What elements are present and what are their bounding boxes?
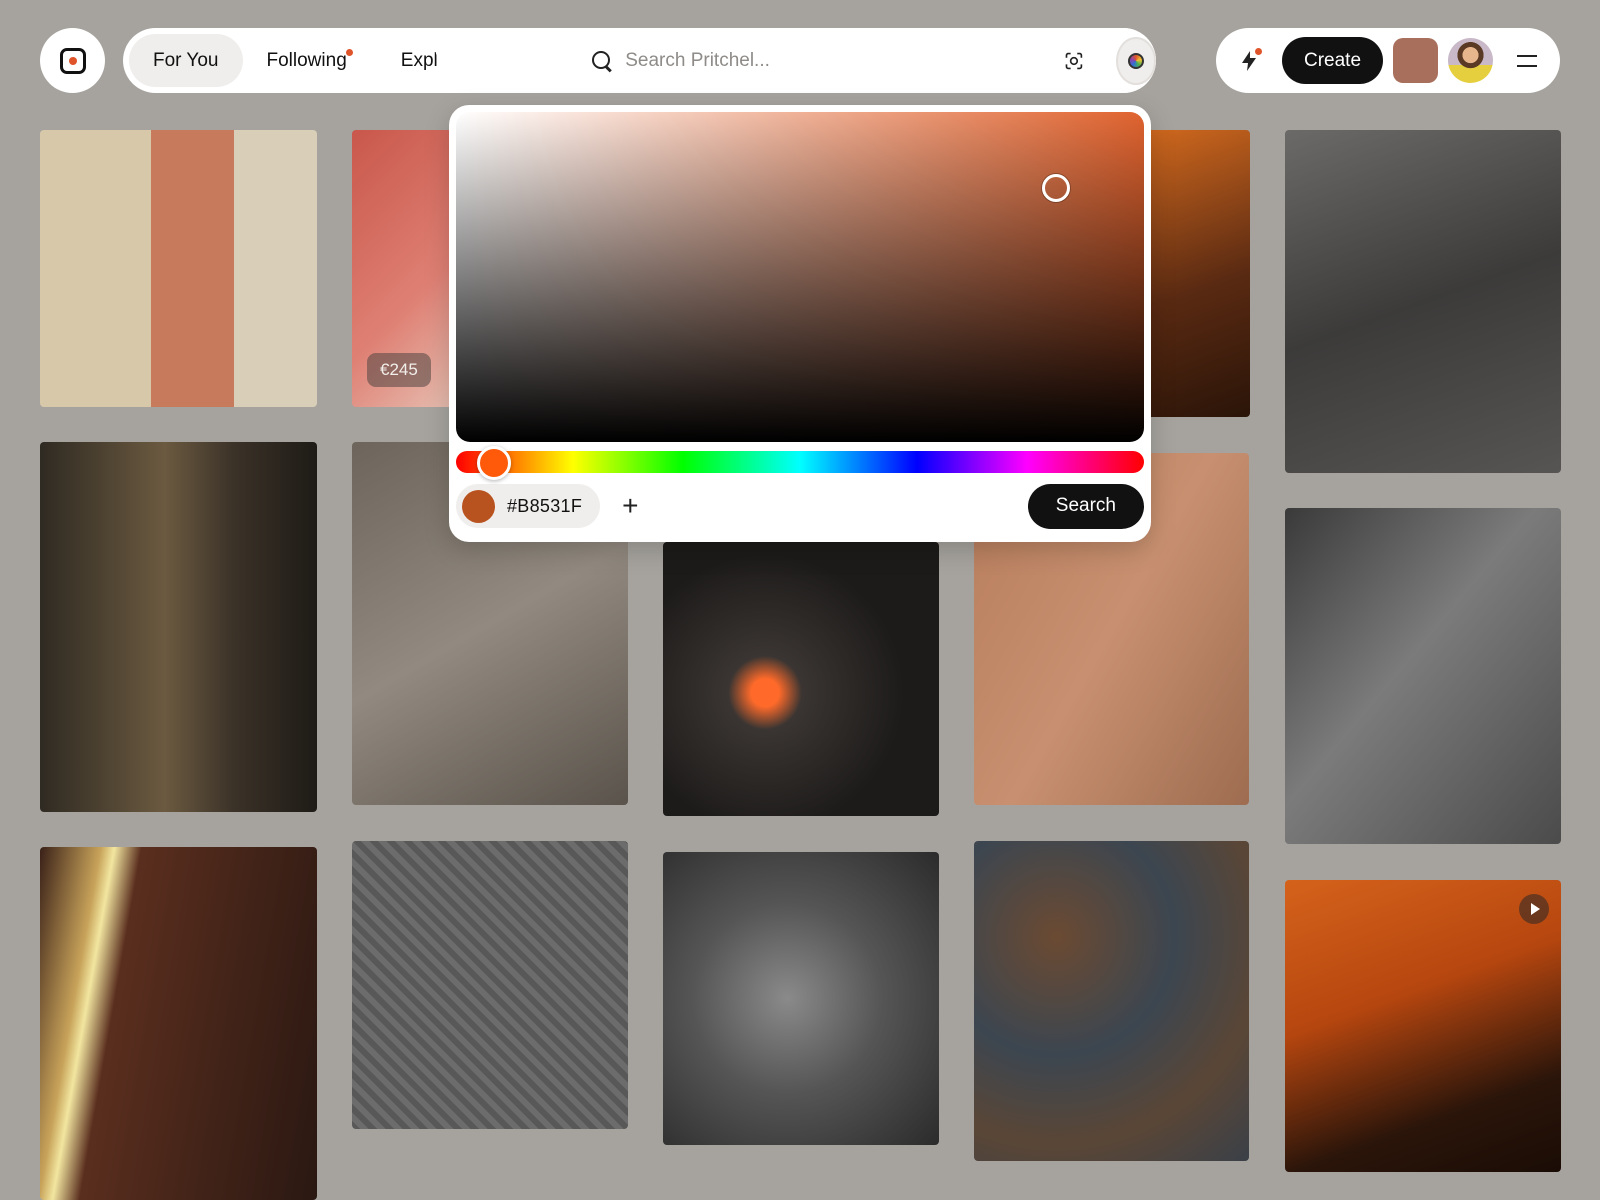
color-swatch-button[interactable] (1393, 38, 1439, 83)
image-card-steel-mill[interactable] (1285, 880, 1561, 1172)
menu-icon[interactable] (1517, 54, 1538, 67)
user-actions: Create (1216, 28, 1560, 93)
color-search-submit-button[interactable]: Search (1027, 483, 1144, 529)
image-card-vases[interactable] (40, 130, 317, 407)
tab-following-label: Following (266, 49, 347, 71)
hue-slider[interactable] (456, 446, 1144, 480)
avatar[interactable] (1448, 38, 1494, 83)
bolt-button[interactable] (1236, 47, 1262, 74)
logo-icon (59, 47, 86, 74)
image-card-molten-metal[interactable] (40, 847, 317, 1200)
hex-value: #B8531F (507, 495, 583, 516)
visual-search-icon[interactable] (1064, 49, 1084, 73)
saturation-handle[interactable] (1042, 174, 1070, 202)
top-nav: For You Following Explore (123, 28, 1156, 93)
notification-dot (345, 49, 353, 56)
logo-button[interactable] (40, 28, 105, 93)
color-picker-icon (1127, 52, 1144, 69)
bolt-icon (1242, 50, 1256, 71)
tab-for-you[interactable]: For You (129, 34, 243, 87)
saturation-value-area[interactable] (456, 112, 1144, 442)
price-badge: €245 (367, 353, 431, 387)
image-card-rust-texture[interactable] (974, 841, 1249, 1161)
tab-following[interactable]: Following (243, 34, 371, 87)
notification-dot (1255, 47, 1262, 55)
color-picker-popover: #B8531F + Search (449, 105, 1151, 542)
image-card-forge[interactable] (663, 542, 939, 816)
image-card-curved-wall[interactable] (1285, 508, 1561, 844)
image-card-stone-carving[interactable] (663, 852, 939, 1145)
selected-color-swatch (462, 489, 495, 523)
search-bar (459, 28, 1156, 93)
color-search-button[interactable] (1115, 36, 1156, 85)
hex-value-chip[interactable]: #B8531F (456, 484, 601, 528)
tab-explore[interactable]: Explore (371, 34, 437, 87)
hue-handle[interactable] (477, 446, 511, 480)
image-card-staircase[interactable] (1285, 130, 1561, 473)
image-card-red-fabric[interactable]: €245 (352, 130, 462, 407)
search-icon (591, 50, 611, 72)
add-color-button[interactable]: + (622, 492, 638, 520)
play-icon[interactable] (1519, 894, 1549, 924)
picker-footer: #B8531F + Search (456, 483, 1144, 529)
image-card-corridor[interactable] (40, 442, 317, 812)
search-input[interactable] (625, 49, 1056, 72)
image-card-fire-dark[interactable] (1140, 130, 1250, 417)
create-button[interactable]: Create (1282, 37, 1384, 84)
image-card-metal-texture[interactable] (352, 841, 628, 1129)
